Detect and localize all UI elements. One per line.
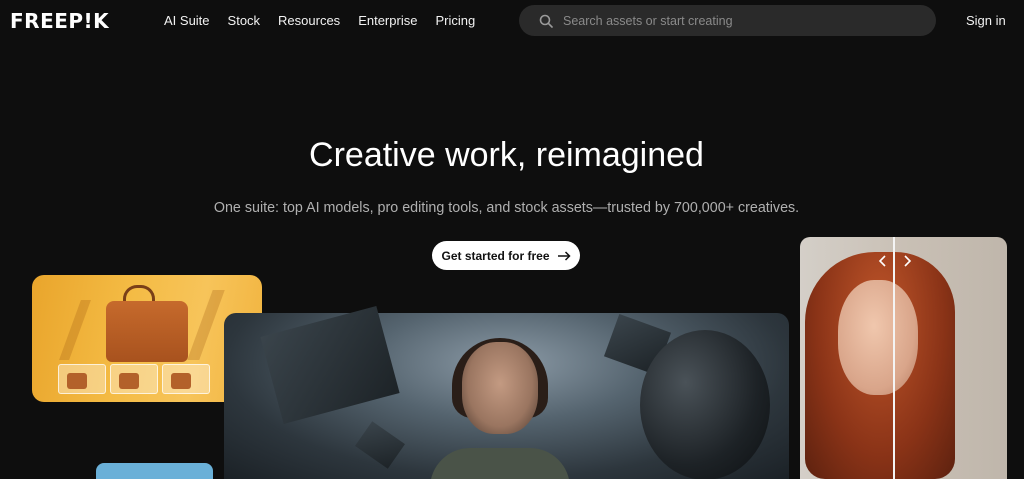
variation-thumbnail[interactable] xyxy=(58,364,106,394)
get-started-label: Get started for free xyxy=(441,248,550,263)
chevron-right-icon[interactable] xyxy=(902,255,912,267)
nav-pricing[interactable]: Pricing xyxy=(435,12,475,29)
person-face xyxy=(462,342,538,434)
hero-subtitle: One suite: top AI models, pro editing to… xyxy=(213,200,800,216)
variation-thumbnail[interactable] xyxy=(110,364,158,394)
nav-ai-suite[interactable]: AI Suite xyxy=(164,12,210,29)
search-input[interactable] xyxy=(563,13,903,28)
chevron-left-icon[interactable] xyxy=(878,255,888,267)
arrow-right-icon xyxy=(557,250,571,261)
search-bar[interactable] xyxy=(519,5,936,36)
nav-stock[interactable]: Stock xyxy=(228,12,261,29)
bag-body xyxy=(106,301,188,362)
hero-title: Creative work, reimagined xyxy=(309,136,704,174)
search-icon xyxy=(539,14,553,28)
portrait-face xyxy=(838,280,918,395)
get-started-button[interactable]: Get started for free xyxy=(432,241,580,270)
astronaut-helmet xyxy=(640,330,770,479)
compare-slider-handle[interactable] xyxy=(893,237,895,479)
nav-enterprise[interactable]: Enterprise xyxy=(358,12,417,29)
bag-variation-thumbnails xyxy=(58,364,210,394)
freepik-logo[interactable]: FREEP!K xyxy=(10,9,109,33)
top-navbar: FREEP!K AI Suite Stock Resources Enterpr… xyxy=(0,0,1024,42)
partial-image-card[interactable] xyxy=(96,463,213,479)
variation-thumbnail[interactable] xyxy=(162,364,210,394)
main-nav: AI Suite Stock Resources Enterprise Pric… xyxy=(164,12,475,29)
nav-resources[interactable]: Resources xyxy=(278,12,340,29)
person-body xyxy=(430,448,570,479)
sign-in-link[interactable]: Sign in xyxy=(966,12,1006,29)
